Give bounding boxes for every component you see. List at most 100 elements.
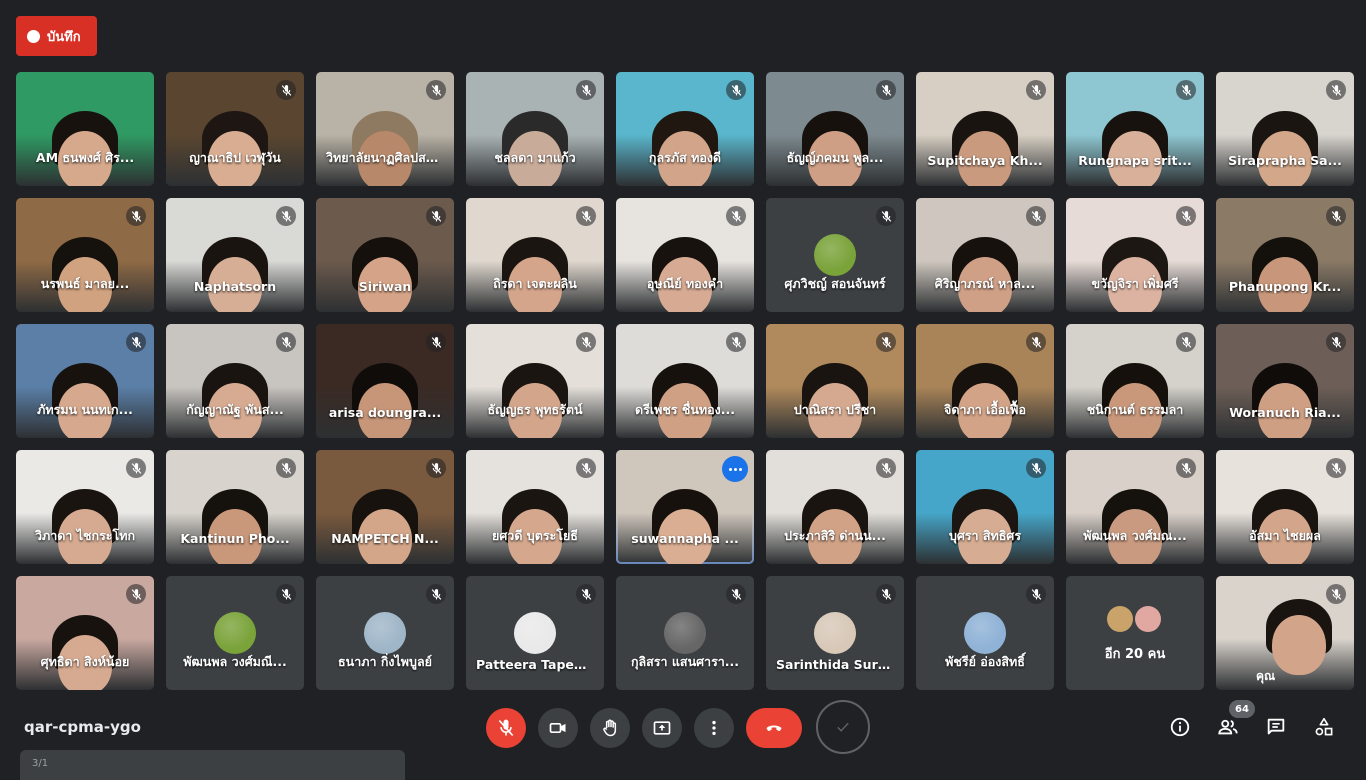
mic-off-icon <box>1326 584 1346 604</box>
participant-grid: AM ธนพงศ์ ศิร... ญาณาธิป เวฬุวัน วิทยาลัยน… <box>16 72 1354 690</box>
participant-tile[interactable]: Woranuch Ria... <box>1216 324 1354 438</box>
participant-tile[interactable]: ดรีเพชร ชื่นทอง... <box>616 324 754 438</box>
participant-tile[interactable]: NAMPETCH N... <box>316 450 454 564</box>
participant-tile[interactable]: ถิรดา เจตะผลิน <box>466 198 604 312</box>
mic-off-icon <box>1026 206 1046 226</box>
activity-check-button[interactable] <box>816 700 870 754</box>
participant-tile[interactable]: ชนิกานต์ ธรรมลา <box>1066 324 1204 438</box>
leave-call-button[interactable] <box>746 708 802 748</box>
participant-tile[interactable]: Kantinun Pho... <box>166 450 304 564</box>
mic-off-icon <box>876 458 896 478</box>
participant-tile[interactable]: อีก 20 คน <box>1066 576 1204 690</box>
more-options-button[interactable] <box>694 708 734 748</box>
mic-off-icon <box>576 332 596 352</box>
participant-tile[interactable]: ชลลดา มาแก้ว <box>466 72 604 186</box>
participant-tile[interactable]: วิทยาลัยนาฏศิลปสร... <box>316 72 454 186</box>
participant-name: พัชรีย์ อ่องสิทธิ์ <box>945 654 1025 669</box>
participant-tile[interactable]: ธัญญธร พุทธรัตน์ <box>466 324 604 438</box>
participant-tile[interactable]: พัชรีย์ อ่องสิทธิ์ <box>916 576 1054 690</box>
participant-tile[interactable]: ประภาสิริ ด่านน... <box>766 450 904 564</box>
others-avatars <box>1107 606 1161 632</box>
mic-off-icon <box>1326 80 1346 100</box>
participant-tile[interactable]: พัฒนพล วงศ์มณ... <box>1066 450 1204 564</box>
participant-name: suwannapha ... <box>631 531 739 546</box>
participant-name: กุลรภัส ทองดี <box>648 150 722 165</box>
hand-icon <box>603 719 617 737</box>
mic-off-icon <box>426 584 446 604</box>
participant-avatar <box>814 612 856 654</box>
participant-name: ขวัญจิรา เพิ่มศรี <box>1091 276 1179 291</box>
chat-button[interactable] <box>1261 712 1291 742</box>
participant-tile[interactable]: ศุภวิชญ์ สอนจันทร์ <box>766 198 904 312</box>
mic-off-icon <box>576 458 596 478</box>
participant-tile[interactable]: suwannapha ... <box>616 450 754 564</box>
others-count-label: อีก 20 คน <box>1104 647 1166 662</box>
camera-icon <box>549 723 566 733</box>
participant-name: กุลิสรา แสนศารา... <box>630 654 740 669</box>
mic-off-icon <box>1026 458 1046 478</box>
participant-name: พัฒนพล วงศ์มณ... <box>1083 528 1187 543</box>
participant-tile[interactable]: นรพนธ์ มาลย... <box>16 198 154 312</box>
participant-tile[interactable]: กุลรภัส ทองดี <box>616 72 754 186</box>
raise-hand-button[interactable] <box>590 708 630 748</box>
participant-tile[interactable]: ธนาภา กิ่งไพบูลย์ <box>316 576 454 690</box>
participant-tile[interactable]: ศุทธิดา สิงห์น้อย <box>16 576 154 690</box>
record-button[interactable]: บันทึก <box>16 16 97 56</box>
participant-tile[interactable]: วิภาดา ไชกระโทก <box>16 450 154 564</box>
participant-tile[interactable]: กัญญาณัฐ พันส... <box>166 324 304 438</box>
mic-off-icon <box>876 206 896 226</box>
participant-tile[interactable]: ปาณิสรา ปรีชา <box>766 324 904 438</box>
participant-tile[interactable]: AM ธนพงศ์ ศิร... <box>16 72 154 186</box>
present-icon <box>653 721 671 735</box>
participant-name: ยศวดี บุตระโยธี <box>492 528 578 543</box>
participant-tile[interactable]: Supitchaya Kh... <box>916 72 1054 186</box>
people-icon <box>1218 719 1238 735</box>
participant-tile[interactable]: Rungnapa srit... <box>1066 72 1204 186</box>
participant-tile[interactable]: Siriwan <box>316 198 454 312</box>
participant-tile[interactable]: ญาณาธิป เวฬุวัน <box>166 72 304 186</box>
mic-off-icon <box>1026 584 1046 604</box>
mic-off-icon <box>1176 206 1196 226</box>
participant-face <box>1271 614 1326 675</box>
participant-tile[interactable]: พัฒนพล วงศ์มณี... <box>166 576 304 690</box>
meeting-details-button[interactable] <box>1165 712 1195 742</box>
participant-name: บุศรา สิทธิศร <box>948 528 1022 543</box>
participant-tile[interactable]: คุณ <box>1216 576 1354 690</box>
participant-name: จิดาภา เอื้อเฟื้อ <box>944 402 1026 417</box>
participant-tile[interactable]: Siraprapha Sa... <box>1216 72 1354 186</box>
participant-tile[interactable]: อุษณีย์ ทองคำ <box>616 198 754 312</box>
participant-tile[interactable]: จิดาภา เอื้อเฟื้อ <box>916 324 1054 438</box>
participant-tile[interactable]: กุลิสรา แสนศารา... <box>616 576 754 690</box>
participant-name: Siraprapha Sa... <box>1228 153 1342 168</box>
participant-name: พัฒนพล วงศ์มณี... <box>183 654 287 669</box>
participant-tile[interactable]: ภัทรมน นนทเก... <box>16 324 154 438</box>
mic-off-icon <box>276 458 296 478</box>
participant-tile[interactable]: อัสมา ไชยผล <box>1216 450 1354 564</box>
activities-button[interactable] <box>1309 712 1339 742</box>
participant-avatar <box>364 612 406 654</box>
participant-tile[interactable]: ธัญญ์ภคมน พูล... <box>766 72 904 186</box>
tile-more-options-button[interactable] <box>722 456 748 482</box>
participant-tile[interactable]: Phanupong Kr... <box>1216 198 1354 312</box>
participant-name: ภัทรมน นนทเก... <box>37 402 133 417</box>
participant-name: กัญญาณัฐ พันส... <box>186 402 284 417</box>
participant-tile[interactable]: ศิริญาภรณ์ หาล... <box>916 198 1054 312</box>
participant-name: ชลลดา มาแก้ว <box>494 150 576 165</box>
camera-toggle-button[interactable] <box>538 708 578 748</box>
participant-tile[interactable]: Patteera Tapeai... <box>466 576 604 690</box>
mic-toggle-button[interactable] <box>486 708 526 748</box>
mic-off-icon <box>276 332 296 352</box>
participant-tile[interactable]: บุศรา สิทธิศร <box>916 450 1054 564</box>
participant-name: Rungnapa srit... <box>1078 153 1192 168</box>
participant-name: ญาณาธิป เวฬุวัน <box>189 150 281 165</box>
participant-tile[interactable]: ยศวดี บุตระโยธี <box>466 450 604 564</box>
participant-tile[interactable]: Sarinthida Sura... <box>766 576 904 690</box>
self-label: คุณ <box>1256 669 1276 683</box>
participant-avatar <box>964 612 1006 654</box>
participant-tile[interactable]: ขวัญจิรา เพิ่มศรี <box>1066 198 1204 312</box>
participant-tile[interactable]: Naphatsorn <box>166 198 304 312</box>
participant-avatar <box>214 612 256 654</box>
present-screen-button[interactable] <box>642 708 682 748</box>
mic-off-icon <box>576 584 596 604</box>
participant-tile[interactable]: arisa doungra... <box>316 324 454 438</box>
